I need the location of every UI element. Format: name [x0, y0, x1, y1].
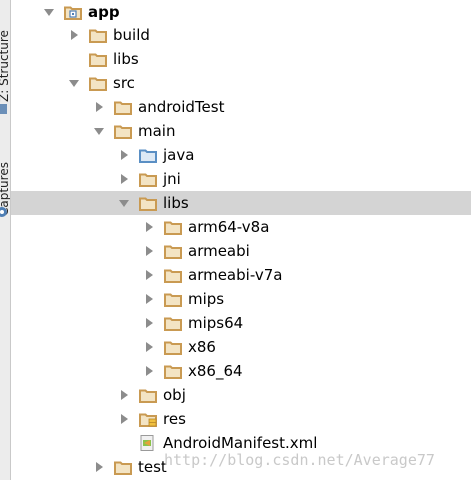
- expand-arrow-right-icon[interactable]: [144, 246, 154, 256]
- module-folder-icon: [64, 6, 82, 20]
- expand-arrow-right-icon[interactable]: [144, 342, 154, 352]
- tree-row-label: x86_64: [188, 362, 243, 380]
- structure-tab[interactable]: Z: Structure: [0, 2, 10, 102]
- folder-icon: [164, 221, 182, 235]
- folder-icon: [164, 245, 182, 259]
- tree-row-label: res: [163, 410, 186, 428]
- folder-icon: [89, 29, 107, 43]
- folder-icon: [89, 77, 107, 91]
- expand-arrow-down-icon[interactable]: [44, 7, 54, 17]
- folder-icon: [114, 461, 132, 475]
- tree-row-java[interactable]: java: [11, 143, 471, 167]
- tree-row-armeabi[interactable]: armeabi: [11, 239, 471, 263]
- expand-arrow-right-icon[interactable]: [94, 462, 104, 472]
- tree-row-label: src: [113, 74, 135, 92]
- manifest-file-icon: [140, 435, 154, 451]
- folder-icon: [139, 197, 157, 211]
- folder-icon: [164, 269, 182, 283]
- captures-tab-icon: [0, 207, 7, 217]
- expand-arrow-right-icon[interactable]: [144, 294, 154, 304]
- tree-row-label: x86: [188, 338, 216, 356]
- expand-arrow-right-icon[interactable]: [144, 318, 154, 328]
- expand-arrow-right-icon[interactable]: [144, 366, 154, 376]
- tree-row-label: mips: [188, 290, 225, 308]
- left-tool-sidebar: Z: Structure Captures: [0, 0, 11, 480]
- tree-row-x86[interactable]: x86: [11, 335, 471, 359]
- tree-row-label: build: [113, 26, 150, 44]
- tree-row-libs[interactable]: libs: [11, 47, 471, 71]
- tree-row-jni[interactable]: jni: [11, 167, 471, 191]
- tree-row-label: jni: [163, 170, 181, 188]
- resource-folder-icon: [139, 413, 157, 427]
- tree-row-label: arm64-v8a: [188, 218, 270, 236]
- expand-arrow-right-icon[interactable]: [144, 270, 154, 280]
- expand-arrow-right-icon[interactable]: [119, 390, 129, 400]
- tree-row-app[interactable]: app: [11, 0, 471, 24]
- expand-arrow-right-icon[interactable]: [119, 150, 129, 160]
- tree-row-label: AndroidManifest.xml: [163, 434, 318, 452]
- folder-icon: [164, 365, 182, 379]
- tree-row-res[interactable]: res: [11, 407, 471, 431]
- expand-arrow-right-icon[interactable]: [119, 414, 129, 424]
- expand-arrow-right-icon[interactable]: [144, 222, 154, 232]
- tree-row-arm64-v8a[interactable]: arm64-v8a: [11, 215, 471, 239]
- tree-row-label: main: [138, 122, 176, 140]
- tree-row-armeabi-v7a[interactable]: armeabi-v7a: [11, 263, 471, 287]
- tree-row-mips[interactable]: mips: [11, 287, 471, 311]
- tree-row-main[interactable]: main: [11, 119, 471, 143]
- tree-row-label: test: [138, 458, 167, 476]
- folder-icon: [164, 317, 182, 331]
- tree-row-label: app: [88, 3, 120, 21]
- folder-icon: [89, 53, 107, 67]
- expand-arrow-down-icon[interactable]: [69, 78, 79, 88]
- tree-row-libs[interactable]: libs: [11, 191, 471, 215]
- expand-arrow-down-icon[interactable]: [119, 198, 129, 208]
- tree-row-src[interactable]: src: [11, 71, 471, 95]
- tree-row-label: libs: [163, 194, 189, 212]
- folder-icon: [164, 341, 182, 355]
- expand-arrow-right-icon[interactable]: [94, 102, 104, 112]
- expand-arrow-right-icon[interactable]: [119, 174, 129, 184]
- tree-row-label: obj: [163, 386, 186, 404]
- tree-row-label: mips64: [188, 314, 244, 332]
- project-tree: app build libs src androidTest main java jni lib…: [11, 0, 471, 480]
- tree-row-build[interactable]: build: [11, 23, 471, 47]
- tree-row-label: androidTest: [138, 98, 225, 116]
- tree-row-label: armeabi: [188, 242, 250, 260]
- expand-arrow-down-icon[interactable]: [94, 126, 104, 136]
- folder-icon: [139, 389, 157, 403]
- folder-icon: [114, 101, 132, 115]
- tree-row-androidtest[interactable]: androidTest: [11, 95, 471, 119]
- expand-arrow-right-icon[interactable]: [69, 30, 79, 40]
- source-folder-icon: [139, 149, 157, 163]
- folder-icon: [139, 173, 157, 187]
- structure-tab-icon: [0, 104, 7, 114]
- tree-row-label: armeabi-v7a: [188, 266, 283, 284]
- tree-row-x86-64[interactable]: x86_64: [11, 359, 471, 383]
- tree-row-obj[interactable]: obj: [11, 383, 471, 407]
- tree-row-label: java: [163, 146, 195, 164]
- folder-icon: [164, 293, 182, 307]
- tree-row-label: libs: [113, 50, 139, 68]
- watermark-text: http://blog.csdn.net/Average77: [164, 451, 435, 469]
- folder-icon: [114, 125, 132, 139]
- tree-row-mips64[interactable]: mips64: [11, 311, 471, 335]
